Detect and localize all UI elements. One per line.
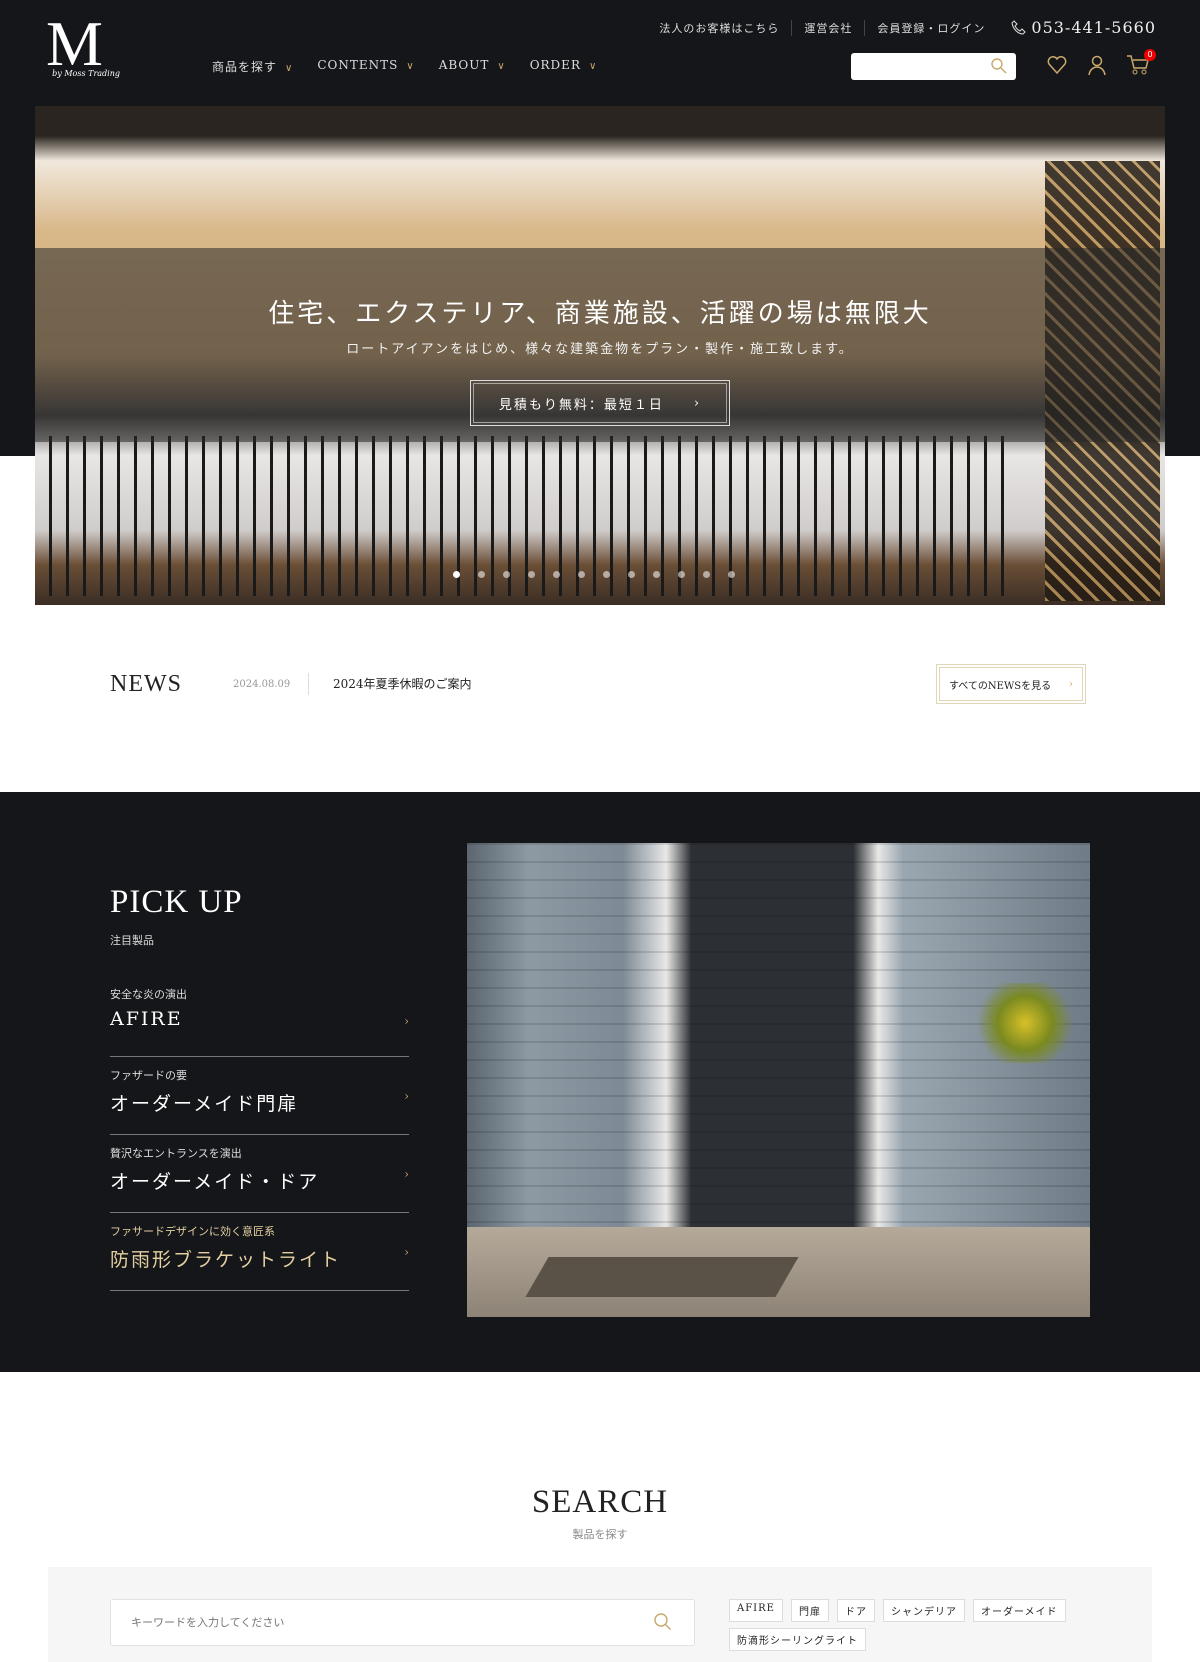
main-nav: 商品を探す ∨ CONTENTS ∨ ABOUT ∨ ORDER ∨ [212,58,597,75]
phone[interactable]: 053-441-5660 [1011,18,1156,37]
tag-door[interactable]: ドア [836,1599,875,1622]
chevron-right-icon: › [404,1245,409,1259]
header-search-input[interactable] [851,53,1016,80]
company-link[interactable]: 運営会社 [791,19,864,36]
search-subheading: 製品を探す [572,1528,628,1541]
slider-dot[interactable] [503,571,510,578]
slider-dot[interactable] [528,571,535,578]
tag-afire[interactable]: AFIRE [729,1599,783,1622]
news-heading: NEWS [110,670,182,697]
slider-dot[interactable] [653,571,660,578]
slider-dot[interactable] [728,571,735,578]
slider-dot[interactable] [478,571,485,578]
chevron-right-icon: › [404,1167,409,1181]
hero-subtitle: ロートアイアンをはじめ、様々な建築金物をプラン・製作・施工致します。 [346,342,854,357]
news-date: 2024.08.09 [233,678,291,690]
keyword-search-input[interactable] [110,1599,695,1646]
chevron-down-icon: ∨ [497,61,506,72]
logo-sub: by Moss Trading [52,69,120,78]
search-tags: AFIRE 門扉 ドア シャンデリア オーダーメイド 防滴形シーリングライト [729,1599,1069,1651]
corporate-link[interactable]: 法人のお客様はこちら [647,20,791,36]
tag-ceiling-light[interactable]: 防滴形シーリングライト [729,1628,866,1651]
pickup-section: PICK UP 注目製品 安全な炎の演出 AFIRE › ファザードの要 オーダーメイ… [0,792,1200,1372]
all-news-button[interactable]: すべてのNEWSを見る › [936,664,1086,704]
slider-dot[interactable] [628,571,635,578]
chevron-down-icon: ∨ [285,63,294,74]
hero-banner: 住宅、エクステリア、商業施設、活躍の場は無限大 ロートアイアンをはじめ、様々な建… [35,106,1165,605]
news-section: NEWS 2024.08.09 2024年夏季休暇のご案内 すべてのNEWSを見… [110,664,1086,704]
slider-dot[interactable] [703,571,710,578]
hero-title: 住宅、エクステリア、商業施設、活躍の場は無限大 [268,299,932,329]
header-icons: 0 [1046,49,1156,80]
tag-chandelier[interactable]: シャンデリア [882,1599,965,1622]
pickup-subheading: 注目製品 [110,934,154,947]
search-panel: AFIRE 門扉 ドア シャンデリア オーダーメイド 防滴形シーリングライト [48,1567,1152,1662]
pickup-item-door[interactable]: 贅沢なエントランスを演出 オーダーメイド・ドア › [110,1135,409,1213]
search-heading: SEARCH [531,1484,669,1520]
estimate-cta-button[interactable]: 見積もり無料：最短１日 › [470,380,730,426]
tag-ordermade[interactable]: オーダーメイド [972,1599,1066,1622]
slider-dot[interactable] [553,571,560,578]
slider-dot[interactable] [678,571,685,578]
chevron-right-icon: › [693,395,702,411]
pickup-item-bracket-light[interactable]: ファサードデザインに効く意匠系 防雨形ブラケットライト › [110,1213,409,1291]
chevron-down-icon: ∨ [406,61,415,72]
news-item-link[interactable]: 2024年夏季休暇のご案内 [308,673,472,695]
slider-dot[interactable] [578,571,585,578]
search-icon[interactable] [990,57,1008,75]
login-link[interactable]: 会員登録・ログイン [864,19,997,36]
chevron-right-icon: › [1069,678,1073,690]
nav-order[interactable]: ORDER ∨ [530,58,598,75]
nav-products[interactable]: 商品を探す ∨ [212,58,293,75]
utility-links: 法人のお客様はこちら 運営会社 会員登録・ログイン 053-441-5660 [647,18,1156,37]
pickup-list: 安全な炎の演出 AFIRE › ファザードの要 オーダーメイド門扉 › 贅沢なエントラン… [110,982,409,1291]
nav-contents[interactable]: CONTENTS ∨ [317,58,414,75]
slider-dots [453,571,735,578]
tag-gate[interactable]: 門扉 [790,1599,829,1622]
heart-icon[interactable] [1046,54,1068,76]
site-logo[interactable]: M by Moss Trading [46,12,120,79]
phone-icon [1011,19,1027,35]
chevron-right-icon: › [404,1089,409,1103]
chevron-down-icon: ∨ [588,61,598,72]
nav-about[interactable]: ABOUT ∨ [439,58,506,75]
cart-count-badge: 0 [1144,49,1156,61]
chevron-right-icon: › [404,1014,409,1028]
pickup-item-afire[interactable]: 安全な炎の演出 AFIRE › [110,982,409,1057]
user-icon[interactable] [1086,54,1108,76]
search-icon[interactable] [653,1612,673,1632]
slider-dot[interactable] [603,571,610,578]
cart-button[interactable]: 0 [1126,49,1156,80]
pickup-item-gate[interactable]: ファザードの要 オーダーメイド門扉 › [110,1057,409,1135]
slider-dot[interactable] [453,571,460,578]
pickup-heading: PICK UP [110,884,243,920]
pickup-image [467,843,1090,1317]
